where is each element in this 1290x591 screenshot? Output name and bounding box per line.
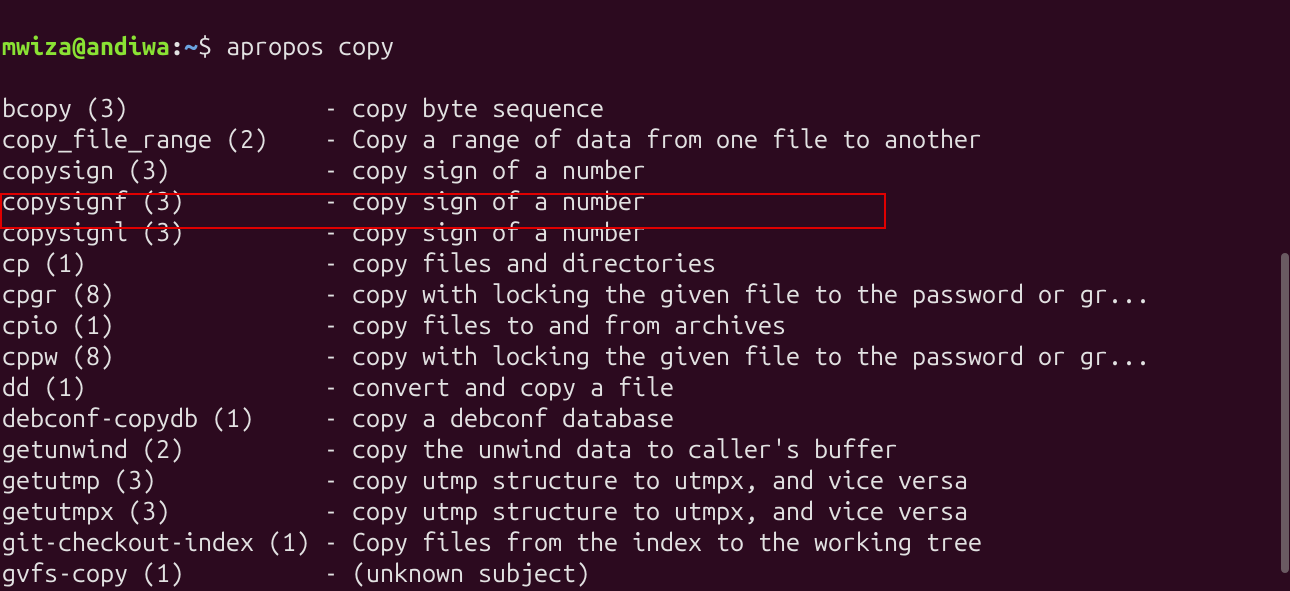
- command-text: apropos copy: [226, 32, 394, 60]
- result-row: cpgr (8) - copy with locking the given f…: [2, 279, 1290, 310]
- result-row: copysignf (3) - copy sign of a number: [2, 186, 1290, 217]
- prompt-path: ~: [184, 32, 198, 60]
- prompt-line: mwiza@andiwa:~$ apropos copy: [2, 31, 1290, 62]
- result-row: copysignl (3) - copy sign of a number: [2, 217, 1290, 248]
- result-row: copysign (3) - copy sign of a number: [2, 155, 1290, 186]
- result-row: bcopy (3) - copy byte sequence: [2, 93, 1290, 124]
- result-row: cp (1) - copy files and directories: [2, 248, 1290, 279]
- result-row: git-checkout-index (1) - Copy files from…: [2, 527, 1290, 558]
- result-row: gvfs-copy (1) - (unknown subject): [2, 558, 1290, 589]
- result-row: cppw (8) - copy with locking the given f…: [2, 341, 1290, 372]
- prompt-dollar: $: [198, 32, 226, 60]
- result-row: getutmp (3) - copy utmp structure to utm…: [2, 465, 1290, 496]
- result-row: copy_file_range (2) - Copy a range of da…: [2, 124, 1290, 155]
- terminal-output[interactable]: mwiza@andiwa:~$ apropos copy bcopy (3) -…: [0, 0, 1290, 591]
- scrollbar-thumb[interactable]: [1281, 253, 1289, 573]
- result-row: dd (1) - convert and copy a file: [2, 372, 1290, 403]
- scrollbar-track[interactable]: [1278, 0, 1290, 591]
- result-row: getunwind (2) - copy the unwind data to …: [2, 434, 1290, 465]
- result-row: getutmpx (3) - copy utmp structure to ut…: [2, 496, 1290, 527]
- prompt-user: mwiza@andiwa: [2, 32, 170, 60]
- prompt-colon: :: [170, 32, 184, 60]
- result-row: cpio (1) - copy files to and from archiv…: [2, 310, 1290, 341]
- result-row: debconf-copydb (1) - copy a debconf data…: [2, 403, 1290, 434]
